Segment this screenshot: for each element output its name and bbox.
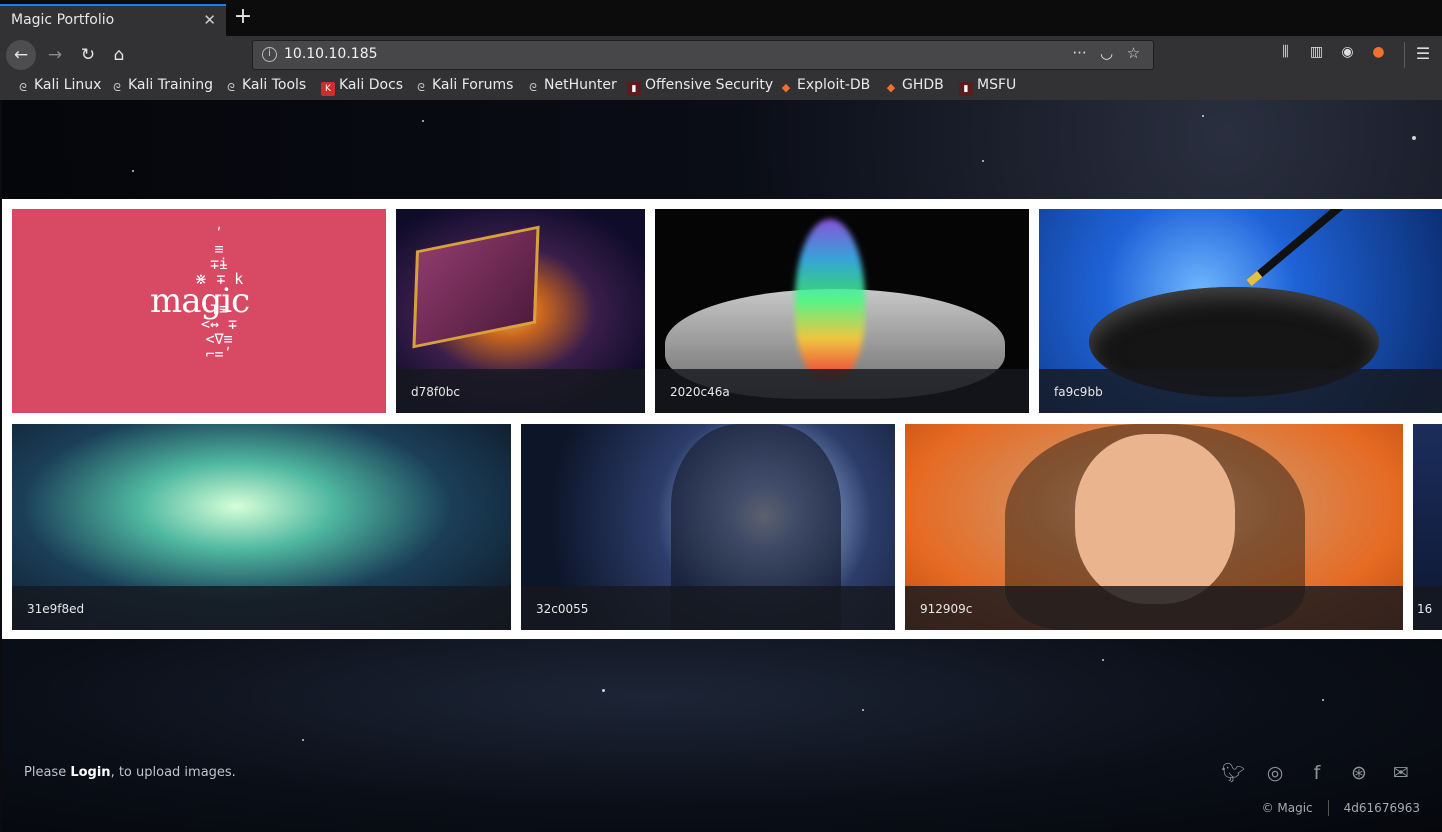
rainbow-smoke-graphic: [795, 219, 865, 379]
twitter-icon[interactable]: 🐦︎: [1212, 761, 1254, 784]
library-icon[interactable]: ⫼: [1270, 44, 1301, 60]
bookmark-ghdb[interactable]: ◆ GHDB: [884, 77, 944, 95]
kali-dragon-icon: ᘓ: [113, 81, 121, 94]
dribbble-icon[interactable]: ⊛: [1338, 762, 1380, 784]
page-actions-icon[interactable]: ···: [1066, 44, 1093, 62]
bookmark-msfu[interactable]: ▮ MSFU: [959, 77, 1016, 96]
gallery-caption: 32c0055: [521, 586, 895, 630]
bookmark-kali-docs[interactable]: K Kali Docs: [321, 77, 403, 96]
gallery-caption: 16: [1413, 586, 1442, 630]
gallery-item[interactable]: 32c0055: [521, 424, 895, 630]
divider: [1327, 800, 1329, 816]
login-link[interactable]: Login: [70, 765, 110, 780]
offsec-icon: ▮: [959, 82, 973, 96]
magic-logo-image: magic: [150, 281, 250, 321]
page-content: ʹ ≡ ∓ɨ ⋇ ∓ k ⊤≡ <↔ ∓ <∇≡ ⌐=ʹ magic d78f0bc 202…: [2, 100, 1442, 832]
footer-hash: 4d61676963: [1343, 801, 1420, 815]
exploitdb-icon: ◆: [886, 81, 896, 94]
face-graphic: [1075, 434, 1235, 604]
kali-dragon-icon: ᘓ: [417, 81, 425, 94]
header-starfield-banner: [2, 100, 1442, 199]
site-info-icon[interactable]: i: [262, 47, 277, 62]
bookmark-kali-forums[interactable]: ᘓ Kali Forums: [414, 77, 513, 95]
pocket-icon[interactable]: ◡: [1093, 44, 1120, 62]
hamburger-menu-icon[interactable]: ☰: [1412, 44, 1434, 63]
gallery-item[interactable]: ʹ ≡ ∓ɨ ⋇ ∓ k ⊤≡ <↔ ∓ <∇≡ ⌐=ʹ magic: [12, 209, 386, 413]
toolbar-separator: [1404, 42, 1405, 68]
copyright-text: © Magic: [1261, 801, 1313, 815]
bookmark-kali-tools[interactable]: ᘓ Kali Tools: [224, 77, 306, 95]
gallery-item[interactable]: 16: [1413, 424, 1442, 630]
close-tab-icon[interactable]: ✕: [203, 11, 216, 29]
home-icon[interactable]: ⌂: [104, 40, 134, 70]
url-bar[interactable]: i 10.10.10.185 ··· ◡ ☆: [252, 40, 1154, 70]
social-links: 🐦︎ ◎ f ⊛ ✉: [1212, 761, 1422, 784]
magic-book-image: [412, 225, 540, 349]
bookmark-star-icon[interactable]: ☆: [1120, 44, 1147, 62]
gallery-caption: 912909c: [905, 586, 1403, 630]
image-gallery: ʹ ≡ ∓ɨ ⋇ ∓ k ⊤≡ <↔ ∓ <∇≡ ⌐=ʹ magic d78f0bc 202…: [2, 199, 1442, 639]
gallery-caption: 31e9f8ed: [12, 586, 511, 630]
new-tab-button[interactable]: +: [232, 5, 254, 31]
gallery-item[interactable]: 912909c: [905, 424, 1403, 630]
facebook-icon[interactable]: f: [1296, 762, 1338, 784]
gallery-item[interactable]: fa9c9bb: [1039, 209, 1442, 413]
offsec-icon: ▮: [627, 82, 641, 96]
bookmark-kali-training[interactable]: ᘓ Kali Training: [110, 77, 213, 95]
gallery-caption: fa9c9bb: [1039, 369, 1442, 413]
kali-dragon-icon: ᘓ: [19, 81, 27, 94]
gallery-caption: 2020c46a: [655, 369, 1029, 413]
bookmark-offensive-security[interactable]: ▮ Offensive Security: [627, 77, 773, 96]
tab-bar: Magic Portfolio ✕ +: [0, 0, 1442, 36]
bookmark-nethunter[interactable]: ᘓ NetHunter: [526, 77, 617, 95]
gallery-caption: d78f0bc: [396, 369, 645, 413]
forward-icon[interactable]: →: [40, 40, 70, 70]
gallery-item[interactable]: 31e9f8ed: [12, 424, 511, 630]
sidebar-icon[interactable]: ▥: [1301, 44, 1332, 60]
account-icon[interactable]: ◉: [1332, 44, 1363, 60]
bookmark-kali-linux[interactable]: ᘓ Kali Linux: [16, 77, 101, 95]
gallery-item[interactable]: d78f0bc: [396, 209, 645, 413]
kali-dragon-icon: ᘓ: [227, 81, 235, 94]
reload-icon[interactable]: ↻: [73, 40, 103, 70]
back-icon[interactable]: ←: [6, 40, 36, 70]
nethunter-icon: ᘓ: [529, 81, 537, 94]
bookmark-exploit-db[interactable]: ◆ Exploit-DB: [779, 77, 871, 95]
magic-wand-graphic: [1246, 209, 1382, 287]
extension-icon[interactable]: ●: [1363, 44, 1394, 60]
tab-magic-portfolio[interactable]: Magic Portfolio ✕: [0, 4, 226, 36]
bookmarks-toolbar: ᘓ Kali Linux ᘓ Kali Training ᘓ Kali Tools K…: [0, 74, 1442, 100]
exploitdb-icon: ◆: [781, 81, 791, 94]
kali-docs-icon: K: [321, 82, 335, 96]
login-prompt: Please Login, to upload images.: [24, 765, 236, 780]
navigation-toolbar: ← → ↻ ⌂ i 10.10.10.185 ··· ◡ ☆ ⫼ ▥ ◉ ● ☰: [0, 36, 1442, 74]
tab-title: Magic Portfolio: [11, 12, 115, 28]
email-icon[interactable]: ✉: [1380, 762, 1422, 784]
gallery-item[interactable]: 2020c46a: [655, 209, 1029, 413]
footer: Please Login, to upload images. 🐦︎ ◎ f ⊛ ✉ ©…: [2, 639, 1442, 832]
instagram-icon[interactable]: ◎: [1254, 762, 1296, 784]
url-text[interactable]: 10.10.10.185: [284, 46, 378, 62]
copyright-line: © Magic 4d61676963: [1262, 800, 1420, 816]
